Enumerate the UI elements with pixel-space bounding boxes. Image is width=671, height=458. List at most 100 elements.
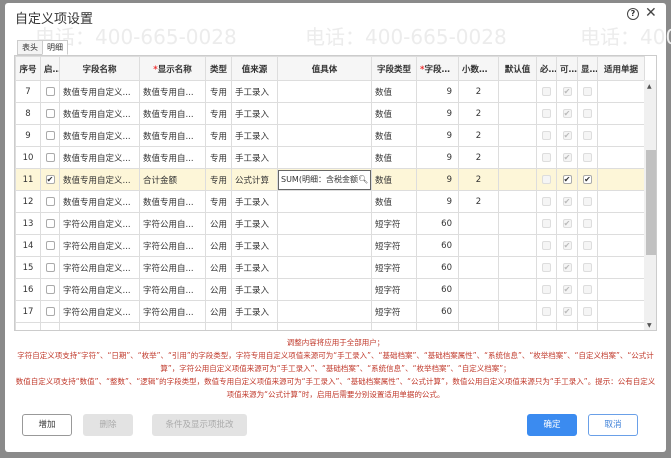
editable-checkbox[interactable]: ✔ <box>562 196 572 206</box>
required-checkbox[interactable] <box>542 108 551 118</box>
cell-enabled[interactable] <box>40 190 60 213</box>
table-row[interactable]: 10 数值专用自定义... 数值专用自... 专用 手工录入 数值 9 2 ✔ <box>15 146 645 169</box>
delete-button[interactable]: 删除 <box>83 414 133 436</box>
required-checkbox[interactable] <box>542 218 551 228</box>
enabled-checkbox[interactable] <box>45 196 55 206</box>
cell-source[interactable] <box>231 322 278 330</box>
table-row[interactable]: 13 字符公用自定义... 字符公用自... 公用 手工录入 短字符 60 ✔ <box>15 212 645 235</box>
cell-ftype[interactable] <box>371 322 417 330</box>
search-icon[interactable]: 🔍︎ <box>358 175 368 184</box>
cell-value[interactable] <box>277 80 372 103</box>
table-row[interactable]: 8 数值专用自定义... 数值专用自... 专用 手工录入 数值 9 2 ✔ <box>15 102 645 125</box>
cell-type[interactable]: 公用 <box>205 300 232 323</box>
cell-no[interactable]: 14 <box>15 234 41 257</box>
cell-required[interactable] <box>536 80 557 103</box>
cell-editable[interactable]: ✔ <box>556 256 578 279</box>
cell-editable[interactable]: ✔ <box>556 234 578 257</box>
editable-checkbox[interactable]: ✔ <box>562 108 572 118</box>
cell-enabled[interactable] <box>40 278 60 301</box>
cell-def[interactable] <box>498 322 537 330</box>
cell-show[interactable] <box>577 256 598 279</box>
show-checkbox[interactable] <box>583 108 592 118</box>
show-checkbox[interactable] <box>583 152 592 162</box>
cell-source[interactable]: 手工录入 <box>231 80 278 103</box>
cell-field[interactable]: 数值专用自定义... <box>59 102 140 125</box>
cell-type[interactable]: 公用 <box>205 256 232 279</box>
cell-doc[interactable] <box>597 80 645 103</box>
cell-no[interactable]: 15 <box>15 256 41 279</box>
enabled-checkbox[interactable] <box>45 240 55 250</box>
cell-value[interactable] <box>277 124 372 147</box>
scrollbar-thumb[interactable] <box>646 150 656 255</box>
show-checkbox[interactable]: ✔ <box>583 174 592 184</box>
editable-checkbox[interactable]: ✔ <box>562 262 572 272</box>
cell-doc[interactable] <box>597 322 645 330</box>
cell-show[interactable] <box>577 278 598 301</box>
cell-dec[interactable] <box>458 278 499 301</box>
cell-enabled[interactable] <box>40 102 60 125</box>
editable-checkbox[interactable]: ✔ <box>562 152 572 162</box>
cell-type[interactable]: 专用 <box>205 190 232 213</box>
close-icon[interactable]: ✕ <box>645 5 657 21</box>
cell-def[interactable] <box>498 146 537 169</box>
cell-doc[interactable] <box>597 168 645 191</box>
required-checkbox[interactable] <box>542 130 551 140</box>
cell-show[interactable] <box>577 80 598 103</box>
cell-dec[interactable]: 2 <box>458 146 499 169</box>
cell-value[interactable] <box>277 322 372 330</box>
cell-source[interactable]: 手工录入 <box>231 146 278 169</box>
cell-no[interactable]: 7 <box>15 80 41 103</box>
show-checkbox[interactable] <box>583 262 592 272</box>
required-checkbox[interactable] <box>542 86 551 96</box>
show-checkbox[interactable] <box>583 196 592 206</box>
cell-enabled[interactable] <box>40 124 60 147</box>
cell-required[interactable] <box>536 146 557 169</box>
cell-value[interactable] <box>277 300 372 323</box>
cell-source[interactable]: 手工录入 <box>231 278 278 301</box>
cell-doc[interactable] <box>597 300 645 323</box>
cell-enabled[interactable] <box>40 322 60 330</box>
cell-ftype[interactable]: 数值 <box>371 80 417 103</box>
cell-source[interactable]: 手工录入 <box>231 190 278 213</box>
cell-type[interactable]: 专用 <box>205 124 232 147</box>
editable-checkbox[interactable]: ✔ <box>562 240 572 250</box>
cell-show[interactable] <box>577 190 598 213</box>
cell-ftype[interactable]: 短字符 <box>371 300 417 323</box>
cell-required[interactable] <box>536 234 557 257</box>
cell-show[interactable] <box>577 300 598 323</box>
cancel-button[interactable]: 取消 <box>588 414 638 436</box>
cell-editable[interactable]: ✔ <box>556 212 578 235</box>
show-checkbox[interactable] <box>583 240 592 250</box>
editable-checkbox[interactable]: ✔ <box>562 130 572 140</box>
cell-def[interactable] <box>498 256 537 279</box>
cell-len[interactable]: 9 <box>416 80 459 103</box>
cell-editable[interactable]: ✔ <box>556 102 578 125</box>
cell-def[interactable] <box>498 278 537 301</box>
cell-type[interactable] <box>205 322 232 330</box>
cell-display[interactable]: 数值专用自... <box>139 146 206 169</box>
cell-len[interactable]: 9 <box>416 168 459 191</box>
cell-def[interactable] <box>498 234 537 257</box>
cell-field[interactable]: 数值专用自定义... <box>59 80 140 103</box>
cell-source[interactable]: 手工录入 <box>231 124 278 147</box>
enabled-checkbox[interactable] <box>45 262 55 272</box>
cell-editable[interactable]: ✔ <box>556 124 578 147</box>
table-row[interactable]: 11 ✔ 数值专用自定义... 合计金额 专用 公式计算 SUM(明细：含税金额 🔍︎ 数值 9 2… <box>15 168 645 191</box>
cell-dec[interactable] <box>458 256 499 279</box>
cell-display[interactable]: 字符公用自... <box>139 212 206 235</box>
cell-type[interactable]: 专用 <box>205 168 232 191</box>
cell-def[interactable] <box>498 80 537 103</box>
cell-field[interactable]: 字符公用自定义... <box>59 256 140 279</box>
enabled-checkbox[interactable] <box>45 284 55 294</box>
enabled-checkbox[interactable] <box>45 152 55 162</box>
cell-field[interactable]: 字符公用自定义... <box>59 300 140 323</box>
cell-value[interactable] <box>277 234 372 257</box>
required-checkbox[interactable] <box>542 240 551 250</box>
cell-required[interactable] <box>536 102 557 125</box>
table-row[interactable]: 17 字符公用自定义... 字符公用自... 公用 手工录入 短字符 60 ✔ <box>15 300 645 323</box>
cell-doc[interactable] <box>597 124 645 147</box>
cell-required[interactable] <box>536 300 557 323</box>
cell-value[interactable] <box>277 278 372 301</box>
cell-type[interactable]: 公用 <box>205 234 232 257</box>
cell-no[interactable]: 17 <box>15 300 41 323</box>
